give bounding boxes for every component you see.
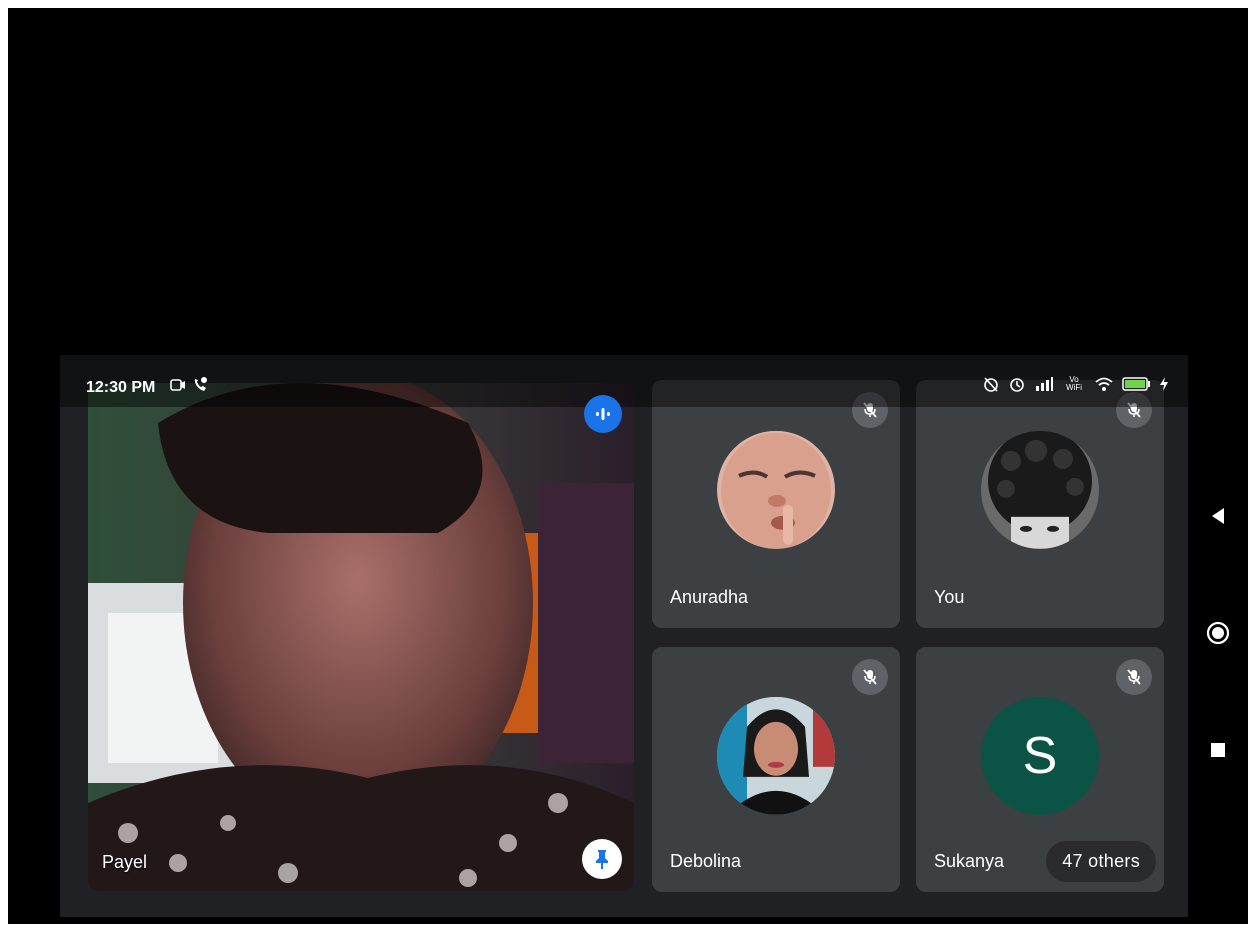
- home-icon: [1206, 621, 1230, 645]
- speaking-indicator: [584, 395, 622, 433]
- participant-tile-sukanya[interactable]: S Sukanya 47 others: [916, 647, 1164, 892]
- participant-tile-anuradha[interactable]: Anuradha: [652, 380, 900, 628]
- alarm-off-icon: [982, 375, 1000, 393]
- audio-level-icon: [596, 408, 610, 420]
- vowifi-icon: Vo WiFi: [1066, 375, 1082, 392]
- participant-tile-debolina[interactable]: Debolina: [652, 647, 900, 892]
- system-nav-bar: [1188, 355, 1248, 917]
- home-button[interactable]: [1206, 621, 1230, 645]
- recents-icon: [1211, 743, 1225, 757]
- status-bar: 12:30 PM Vo WiFi: [60, 355, 1188, 407]
- pin-icon: [596, 850, 608, 869]
- participant-name: Anuradha: [670, 587, 749, 607]
- alarm-icon: [1008, 375, 1026, 393]
- participant-name-payel: Payel: [102, 852, 148, 872]
- main-video-tile[interactable]: Payel: [88, 383, 634, 891]
- mic-off-icon: [1127, 669, 1141, 685]
- call-icon: [192, 377, 208, 393]
- avatar: [717, 696, 835, 815]
- wifi-icon: [1094, 376, 1114, 392]
- meet-screen: 12:30 PM Vo WiFi Payel Anuradha You Debo…: [60, 355, 1188, 917]
- mic-off-icon: [863, 669, 877, 685]
- participant-name: Debolina: [670, 851, 742, 871]
- mute-indicator: [1116, 659, 1152, 695]
- back-button[interactable]: [1210, 507, 1226, 525]
- video-feed: [88, 383, 634, 891]
- avatar-initial: S: [981, 696, 1099, 815]
- others-button[interactable]: 47 others: [1046, 841, 1156, 882]
- mute-indicator: [852, 659, 888, 695]
- status-time: 12:30 PM: [86, 379, 156, 396]
- back-icon: [1212, 508, 1224, 524]
- participant-name: You: [934, 587, 965, 607]
- participant-tile-you[interactable]: You: [916, 380, 1164, 628]
- pin-button[interactable]: [582, 839, 622, 879]
- battery-icon: [1122, 376, 1152, 392]
- signal-icon: [1034, 376, 1054, 392]
- participant-name: Sukanya: [934, 851, 1005, 871]
- charging-icon: [1160, 377, 1168, 391]
- avatar: [981, 430, 1099, 549]
- screen-record-icon: [170, 377, 186, 393]
- avatar: [717, 430, 835, 549]
- recents-button[interactable]: [1210, 742, 1226, 758]
